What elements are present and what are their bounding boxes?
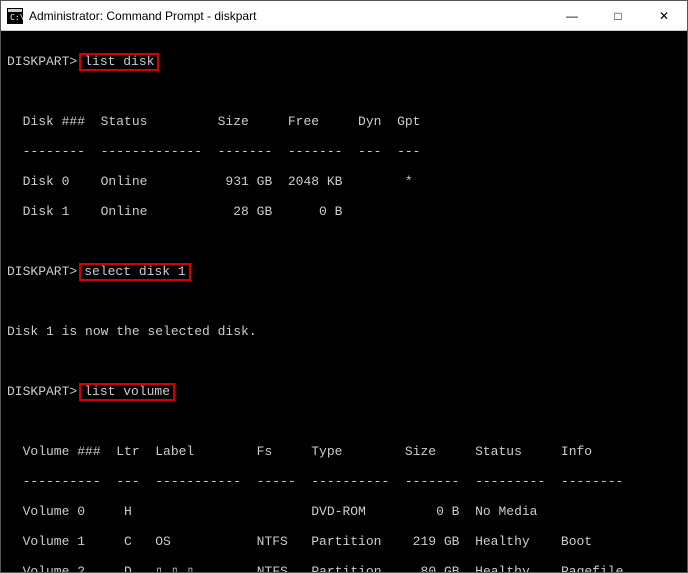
volume-table-divider: ---------- --- ----------- ----- -------… xyxy=(7,474,681,489)
terminal-output[interactable]: DISKPART>list disk Disk ### Status Size … xyxy=(1,31,687,572)
table-row: Volume 0 H DVD-ROM 0 B No Media xyxy=(7,504,681,519)
prompt: DISKPART> xyxy=(7,54,77,69)
prompt: DISKPART> xyxy=(7,264,77,279)
command-highlight: select disk 1 xyxy=(79,263,190,281)
table-row: Volume 2 D ▯ ▯ ▯ NTFS Partition 80 GB He… xyxy=(7,564,681,572)
disk-table-header: Disk ### Status Size Free Dyn Gpt xyxy=(7,114,681,129)
minimize-button[interactable]: — xyxy=(549,1,595,31)
disk-table-divider: -------- ------------- ------- ------- -… xyxy=(7,144,681,159)
command-prompt-window: C:\ Administrator: Command Prompt - disk… xyxy=(0,0,688,573)
table-row: Disk 1 Online 28 GB 0 B xyxy=(7,204,681,219)
svg-text:C:\: C:\ xyxy=(10,13,23,22)
response-text: Disk 1 is now the selected disk. xyxy=(7,324,681,339)
volume-table-header: Volume ### Ltr Label Fs Type Size Status… xyxy=(7,444,681,459)
prompt: DISKPART> xyxy=(7,384,77,399)
maximize-button[interactable]: □ xyxy=(595,1,641,31)
command-highlight: list volume xyxy=(79,383,175,401)
table-row: Disk 0 Online 931 GB 2048 KB * xyxy=(7,174,681,189)
cmd-icon: C:\ xyxy=(7,8,23,24)
command-highlight: list disk xyxy=(79,53,159,71)
titlebar: C:\ Administrator: Command Prompt - disk… xyxy=(1,1,687,31)
window-title: Administrator: Command Prompt - diskpart xyxy=(29,9,549,23)
close-button[interactable]: ✕ xyxy=(641,1,687,31)
table-row: Volume 1 C OS NTFS Partition 219 GB Heal… xyxy=(7,534,681,549)
